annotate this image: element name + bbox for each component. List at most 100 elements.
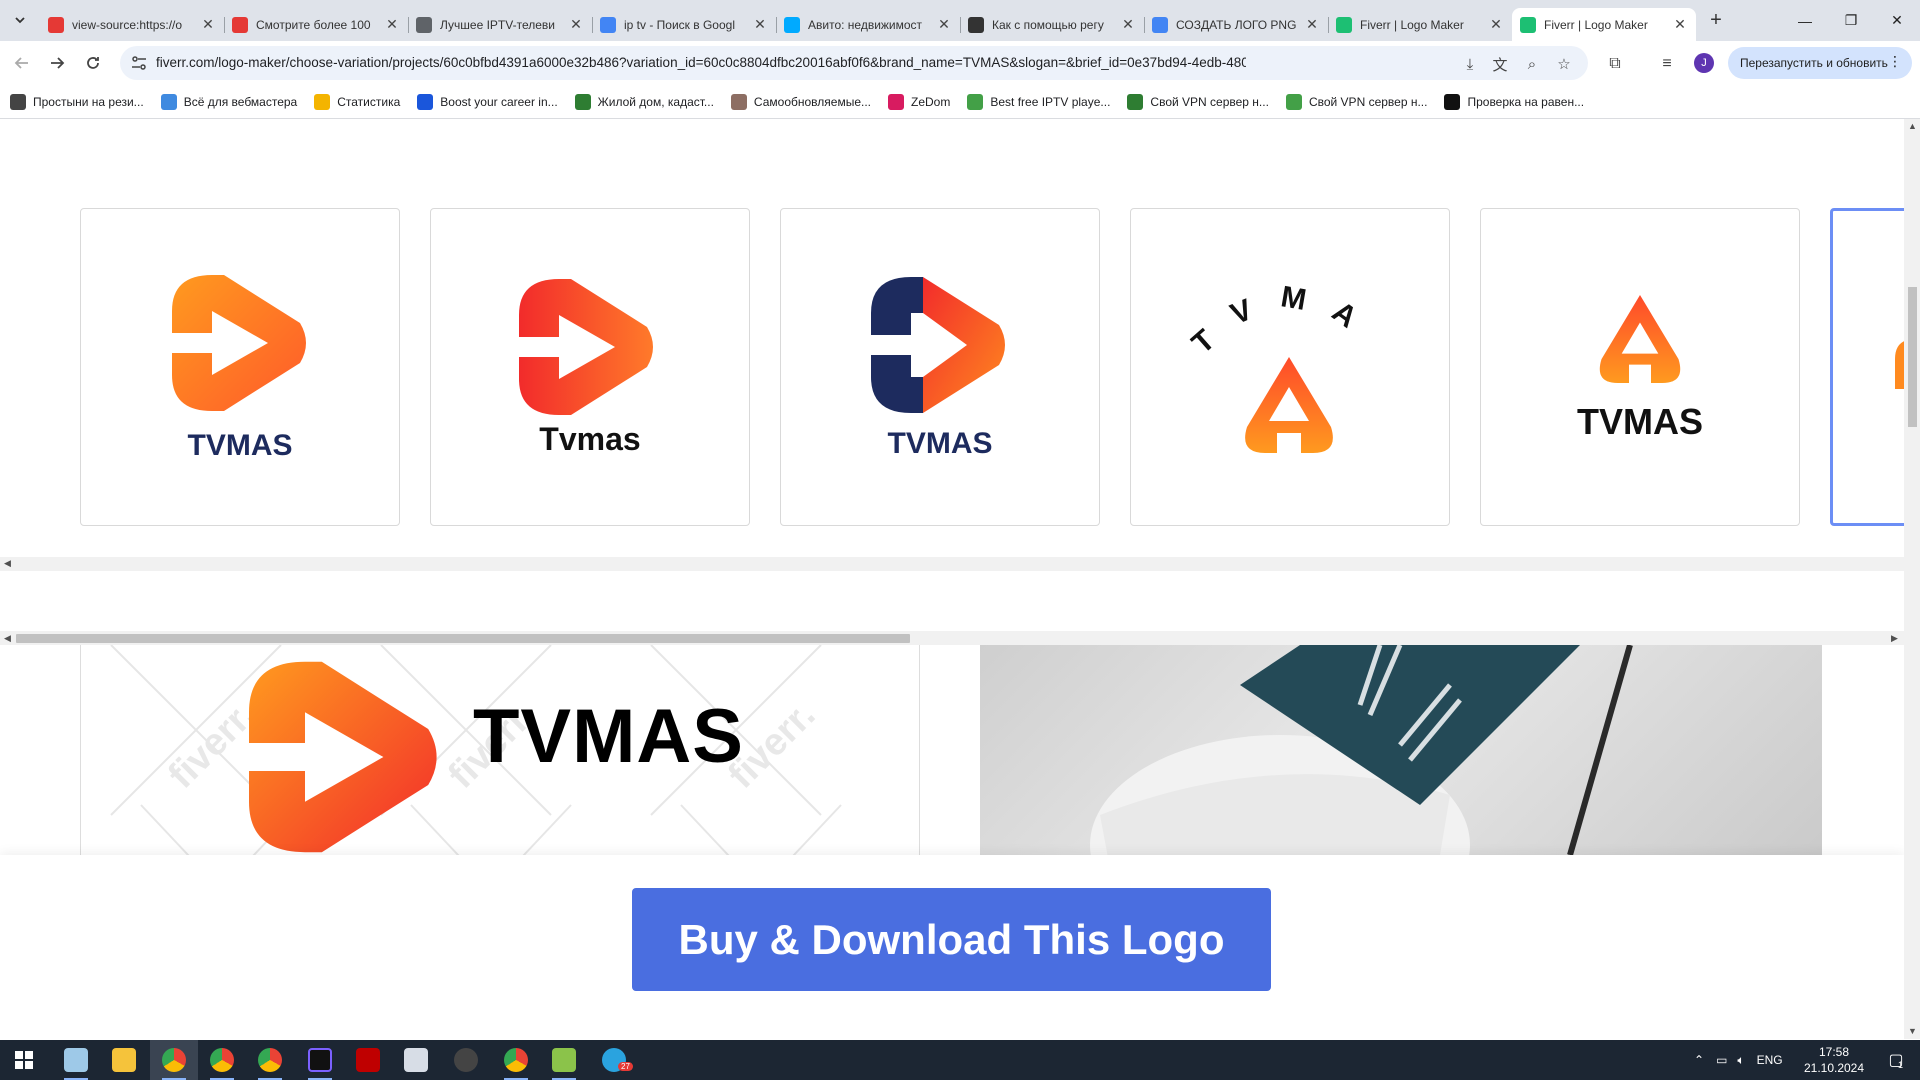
scrollbar-thumb[interactable] (16, 634, 910, 643)
browser-tab[interactable]: Как с помощью регу ✕ (960, 8, 1144, 41)
menu-dots-icon[interactable]: ⋮ (1888, 53, 1902, 70)
logo-brand-text: TVMAS (887, 427, 993, 460)
translate-icon[interactable]: 文 (1490, 54, 1510, 74)
tab-search-button[interactable] (8, 8, 32, 32)
language-indicator[interactable]: ENG (1757, 1053, 1783, 1067)
play-logo-icon (172, 275, 306, 411)
bookmark-item[interactable]: Статистика (314, 93, 400, 110)
tab-close-icon[interactable]: ✕ (384, 16, 400, 33)
bookmark-item[interactable]: Жилой дом, кадаст... (574, 93, 714, 110)
scroll-down-icon[interactable]: ▼ (1908, 1026, 1917, 1036)
site-settings-icon[interactable] (130, 54, 148, 72)
extensions-icon[interactable]: ⧉ (1604, 53, 1626, 75)
scrollbar-thumb[interactable] (1908, 287, 1917, 427)
logo-variation-card-1[interactable]: TVMAS (80, 208, 400, 526)
taskbar-app-chrome[interactable] (150, 1040, 198, 1080)
taskbar-app-remote[interactable] (392, 1040, 440, 1080)
taskbar-app-chrome-m2[interactable] (246, 1040, 294, 1080)
svg-text:TVMAS: TVMAS (1181, 279, 1384, 360)
tab-close-icon[interactable]: ✕ (1488, 16, 1504, 33)
bookmark-item[interactable]: Best free IPTV playe... (967, 93, 1110, 110)
tab-close-icon[interactable]: ✕ (1304, 16, 1320, 33)
new-tab-button[interactable]: + (1704, 9, 1728, 33)
browser-tab[interactable]: view-source:https://o ✕ (40, 8, 224, 41)
taskbar-app-p[interactable] (442, 1040, 490, 1080)
notifications-button[interactable]: ▢ 1 (1872, 1040, 1920, 1080)
tab-close-icon[interactable]: ✕ (568, 16, 584, 33)
bookmark-favicon-icon (574, 93, 591, 110)
logo-brand-text: TVMAS (187, 429, 293, 462)
buy-download-button[interactable]: Buy & Download This Logo (632, 888, 1271, 991)
reload-icon (87, 57, 99, 69)
browser-tab[interactable]: Смотрите более 100 ✕ (224, 8, 408, 41)
tab-close-icon[interactable]: ✕ (1672, 16, 1688, 33)
url-text[interactable]: fiverr.com/logo-maker/choose-variation/p… (156, 55, 1246, 70)
battery-icon[interactable]: ▭ (1716, 1053, 1727, 1067)
logo-variation-card-5[interactable]: TVMAS (1480, 208, 1800, 526)
bookmark-label: Всё для вебмастера (183, 94, 298, 109)
install-app-icon[interactable]: ⤓ (1460, 54, 1480, 74)
bookmark-item[interactable]: Boost your career in... (417, 93, 558, 110)
volume-icon[interactable]: 🔈︎ (1737, 1053, 1744, 1068)
windows-taskbar: 27 ⌃ ▭ 🔈︎ ENG 17:58 21.10.2024 ▢ 1 (0, 1040, 1920, 1080)
bookmark-item[interactable]: Простыни на рези... (10, 93, 144, 110)
page-vertical-scrollbar[interactable]: ▲ ▼ (1904, 119, 1920, 1039)
restart-update-button[interactable]: Перезапустить и обновить ⋮ (1728, 47, 1912, 79)
zoom-icon[interactable]: ⌕ (1522, 54, 1542, 74)
browser-tab[interactable]: ip tv - Поиск в Googl ✕ (592, 8, 776, 41)
logo-variation-card-2[interactable]: Tvmas (430, 208, 750, 526)
tab-close-icon[interactable]: ✕ (936, 16, 952, 33)
avatar[interactable]: J (1694, 53, 1714, 73)
reload-button[interactable] (79, 49, 107, 77)
tabs-list: view-source:https://o ✕ Смотрите более 100… (40, 4, 1696, 41)
taskbar-app-notepad[interactable] (52, 1040, 100, 1080)
browser-tab[interactable]: Авито: недвижимост ✕ (776, 8, 960, 41)
taskbar-app-jetbrains[interactable] (296, 1040, 344, 1080)
browser-tab[interactable]: Лучшее IPTV-телеви ✕ (408, 8, 592, 41)
taskbar-app-chrome-alt[interactable] (492, 1040, 540, 1080)
start-button[interactable] (0, 1040, 48, 1080)
page-horizontal-scrollbar[interactable]: ◀ ▶ (0, 631, 1904, 645)
scroll-left-icon[interactable]: ◀ (4, 633, 11, 644)
logo-variation-card-4[interactable]: TVMAS (1130, 208, 1450, 526)
browser-toolbar: fiverr.com/logo-maker/choose-variation/p… (0, 41, 1920, 85)
forward-button[interactable] (43, 49, 71, 77)
bookmark-item[interactable]: Свой VPN сервер н... (1285, 93, 1427, 110)
scroll-left-icon[interactable]: ◀ (4, 558, 11, 569)
address-bar[interactable]: fiverr.com/logo-maker/choose-variation/p… (120, 46, 1588, 80)
taskbar-app-filezilla[interactable] (344, 1040, 392, 1080)
close-window-button[interactable]: ✕ (1874, 0, 1920, 41)
bookmark-label: Свой VPN сервер н... (1150, 94, 1269, 109)
bookmark-favicon-icon (1285, 93, 1302, 110)
taskbar-app-telegram[interactable]: 27 (590, 1040, 638, 1080)
tab-close-icon[interactable]: ✕ (752, 16, 768, 33)
bookmark-item[interactable]: Самообновляемые... (730, 93, 871, 110)
back-button[interactable] (8, 49, 36, 77)
variations-scrollbar[interactable]: ◀ (0, 557, 1904, 571)
browser-tab[interactable]: Fiverr | Logo Maker ✕ (1512, 8, 1696, 41)
bookmark-item[interactable]: Проверка на равен... (1444, 93, 1584, 110)
bookmark-item[interactable]: Всё для вебмастера (160, 93, 298, 110)
taskbar-app-editor[interactable] (540, 1040, 588, 1080)
system-tray: ⌃ ▭ 🔈︎ ENG (1694, 1040, 1783, 1080)
bookmark-star-icon[interactable]: ☆ (1554, 54, 1574, 74)
tray-expand-icon[interactable]: ⌃ (1694, 1053, 1704, 1067)
taskbar-app-chrome-m[interactable] (198, 1040, 246, 1080)
restore-button[interactable]: ❐ (1828, 0, 1874, 41)
p-app-icon (454, 1048, 478, 1072)
clock[interactable]: 17:58 21.10.2024 (1794, 1044, 1874, 1076)
scroll-right-icon[interactable]: ▶ (1891, 633, 1898, 644)
browser-tab[interactable]: СОЗДАТЬ ЛОГО PNG ✕ (1144, 8, 1328, 41)
scroll-up-icon[interactable]: ▲ (1908, 121, 1917, 131)
media-queue-icon[interactable]: ≡ (1656, 53, 1678, 75)
taskbar-app-explorer[interactable] (100, 1040, 148, 1080)
bookmark-item[interactable]: ZeDom (888, 93, 950, 110)
tab-favicon-icon (1152, 16, 1168, 33)
logo-variation-card-3[interactable]: TVMAS (780, 208, 1100, 526)
minimize-button[interactable]: — (1782, 0, 1828, 41)
tab-title: ip tv - Поиск в Googl (624, 17, 735, 32)
bookmark-item[interactable]: Свой VPN сервер н... (1127, 93, 1269, 110)
tab-close-icon[interactable]: ✕ (1120, 16, 1136, 33)
browser-tab[interactable]: Fiverr | Logo Maker ✕ (1328, 8, 1512, 41)
tab-close-icon[interactable]: ✕ (200, 16, 216, 33)
